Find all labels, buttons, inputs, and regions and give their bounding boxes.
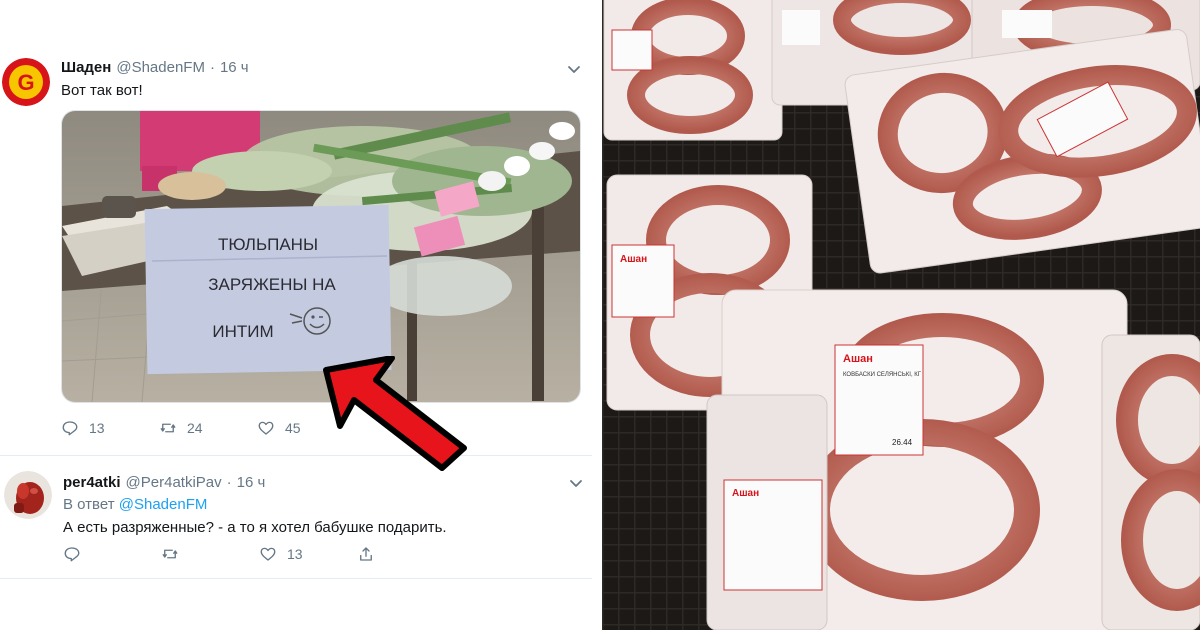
tweet-thread: G Шаден @ShadenFM · 16 ч Вот так вот! ТЮ… bbox=[0, 0, 600, 630]
separator: · bbox=[209, 59, 215, 76]
tweet-actions: 13 bbox=[63, 545, 455, 563]
reply-header: per4atki @Per4atkiPav · 16 ч bbox=[63, 474, 265, 491]
tweet-text: А есть разряженные? - а то я хотел бабуш… bbox=[63, 519, 447, 536]
retweet-icon[interactable] bbox=[159, 419, 177, 437]
like-count: 45 bbox=[285, 420, 301, 436]
tweet-main[interactable]: G Шаден @ShadenFM · 16 ч Вот так вот! ТЮ… bbox=[0, 50, 592, 450]
chevron-down-icon[interactable] bbox=[565, 60, 583, 78]
avatar-per4atki[interactable] bbox=[4, 471, 52, 519]
tweet-timestamp[interactable]: 16 ч bbox=[237, 474, 266, 491]
product-label: КОВБАСКИ СЕЛЯНСЬКІ, КГ bbox=[843, 372, 922, 378]
red-arrow-icon bbox=[323, 356, 467, 471]
reply-icon[interactable] bbox=[63, 545, 81, 563]
tweet-text: Вот так вот! bbox=[61, 82, 143, 99]
heart-icon[interactable] bbox=[257, 419, 275, 437]
store-label: Ашан bbox=[620, 254, 647, 265]
share-action[interactable] bbox=[357, 545, 455, 563]
reply-prefix: В ответ bbox=[63, 496, 115, 513]
like-action[interactable]: 13 bbox=[259, 545, 357, 563]
reply-action[interactable]: 13 bbox=[61, 419, 159, 437]
heart-icon[interactable] bbox=[259, 545, 277, 563]
sausage-photo: Ашан Ашан КОВБАСКИ СЕЛЯНСЬКІ, КГ 26.44 А… bbox=[602, 0, 1200, 630]
tweet-header: Шаден @ShadenFM · 16 ч bbox=[61, 59, 249, 76]
store-label-3: Ашан bbox=[732, 488, 759, 499]
reply-count: 13 bbox=[89, 420, 105, 436]
retweet-action[interactable]: 24 bbox=[159, 419, 257, 437]
user-handle[interactable]: @Per4atkiPav bbox=[126, 474, 222, 491]
display-name[interactable]: per4atki bbox=[63, 474, 121, 491]
sign-line-3: ИНТИМ bbox=[212, 322, 273, 341]
chevron-down-icon[interactable] bbox=[567, 474, 585, 492]
avatar-shadenfm[interactable]: G bbox=[2, 58, 50, 106]
reply-action[interactable] bbox=[63, 545, 161, 563]
retweet-count: 24 bbox=[187, 420, 203, 436]
replying-to: В ответ @ShadenFM bbox=[63, 496, 207, 513]
sign-line-1: ТЮЛЬПАНЫ bbox=[218, 235, 318, 254]
store-label-2: Ашан bbox=[843, 353, 873, 365]
tweet-reply[interactable]: per4atki @Per4atkiPav · 16 ч В ответ @Sh… bbox=[0, 455, 592, 579]
display-name[interactable]: Шаден bbox=[61, 59, 111, 76]
user-handle[interactable]: @ShadenFM bbox=[116, 59, 205, 76]
reply-icon[interactable] bbox=[61, 419, 79, 437]
tweet-timestamp[interactable]: 16 ч bbox=[220, 59, 249, 76]
reply-mention-link[interactable]: @ShadenFM bbox=[119, 496, 208, 513]
avatar-letter: G bbox=[17, 70, 34, 95]
sign-line-2: ЗАРЯЖЕНЫ НА bbox=[208, 275, 336, 294]
retweet-action[interactable] bbox=[161, 545, 259, 563]
share-icon[interactable] bbox=[357, 545, 375, 563]
separator: · bbox=[226, 474, 232, 491]
like-count: 13 bbox=[287, 546, 303, 562]
retweet-icon[interactable] bbox=[161, 545, 179, 563]
price-tag: 26.44 bbox=[892, 438, 913, 447]
tweet-actions: 13 24 45 bbox=[61, 419, 355, 437]
